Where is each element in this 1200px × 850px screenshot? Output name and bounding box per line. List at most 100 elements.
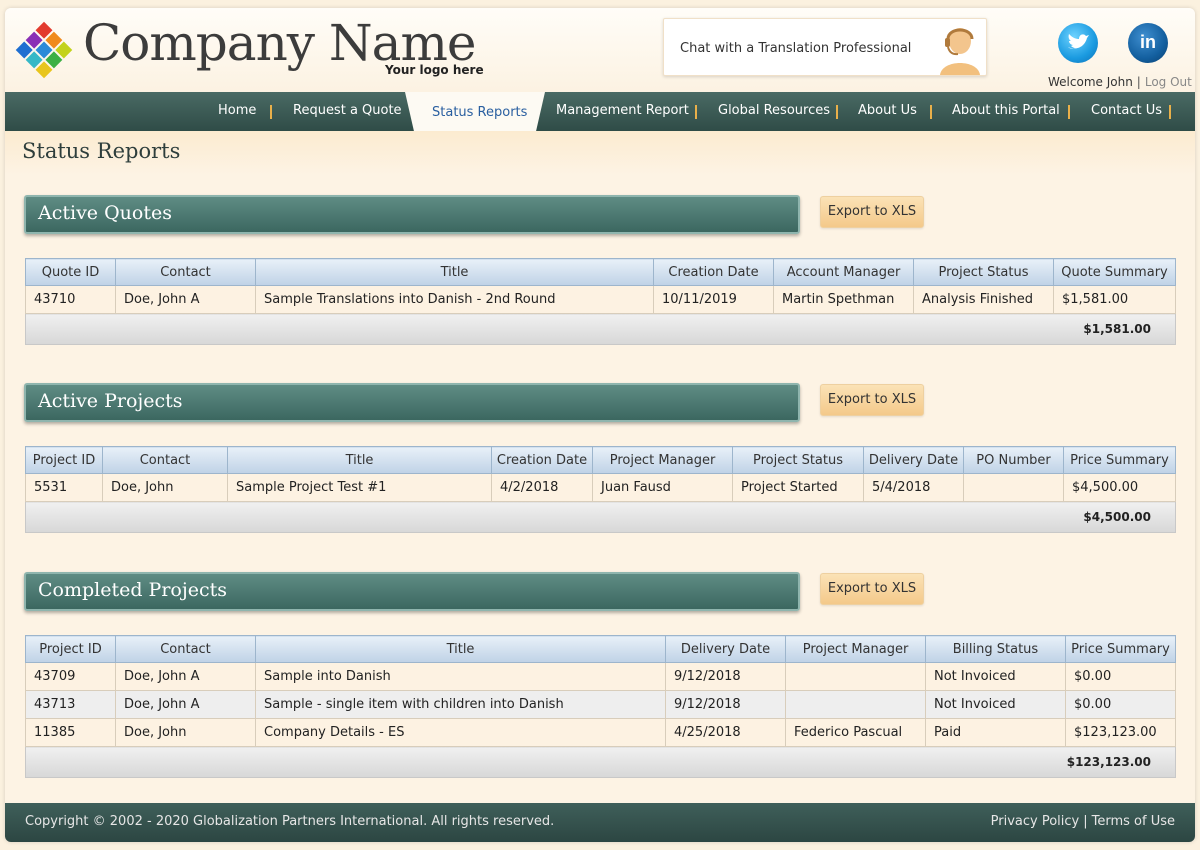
table-total-row: $123,123.00 xyxy=(25,746,1176,778)
linkedin-icon[interactable]: in xyxy=(1128,23,1168,63)
nav-divider xyxy=(695,105,697,119)
price-summary-cell: $0.00 xyxy=(1065,690,1176,719)
project-id-cell[interactable]: 5531 xyxy=(25,473,103,502)
footer-separator: | xyxy=(1083,814,1088,829)
title-cell: Sample - single item with children into … xyxy=(255,690,666,719)
nav-divider xyxy=(836,105,838,119)
active-quotes-title: Active Quotes xyxy=(38,202,172,224)
column-header[interactable]: Delivery Date xyxy=(665,635,786,663)
column-header[interactable]: Contact xyxy=(115,258,256,286)
table-header-row: Project ID Contact Title Delivery Date P… xyxy=(25,635,1176,663)
creation-date-cell: 4/2/2018 xyxy=(491,473,593,502)
table-row[interactable]: 43710 Doe, John A Sample Translations in… xyxy=(25,285,1176,314)
column-header[interactable]: Project ID xyxy=(25,635,116,663)
column-header[interactable]: Delivery Date xyxy=(863,446,964,474)
projects-total: $4,500.00 xyxy=(25,501,1176,533)
project-id-cell[interactable]: 43713 xyxy=(25,690,116,719)
contact-cell: Doe, John xyxy=(115,718,256,747)
column-header[interactable]: Project Status xyxy=(913,258,1054,286)
agent-headset-icon xyxy=(940,28,980,75)
logout-link[interactable]: Log Out xyxy=(1145,75,1192,89)
column-header[interactable]: Creation Date xyxy=(491,446,593,474)
active-quotes-header: Active Quotes xyxy=(24,195,800,234)
table-row[interactable]: 11385 Doe, John Company Details - ES 4/2… xyxy=(25,718,1176,747)
column-header[interactable]: Account Manager xyxy=(773,258,914,286)
table-total-row: $4,500.00 xyxy=(25,501,1176,533)
column-header[interactable]: Contact xyxy=(115,635,256,663)
column-header[interactable]: PO Number xyxy=(963,446,1064,474)
nav-item-home[interactable]: Home xyxy=(218,103,256,118)
column-header[interactable]: Title xyxy=(255,258,654,286)
quotes-total: $1,581.00 xyxy=(25,313,1176,345)
column-header[interactable]: Project Status xyxy=(732,446,864,474)
nav-item-status-reports[interactable]: Status Reports xyxy=(432,105,527,120)
column-header[interactable]: Billing Status xyxy=(925,635,1066,663)
price-summary-cell: $0.00 xyxy=(1065,662,1176,691)
column-header[interactable]: Price Summary xyxy=(1063,446,1176,474)
contact-cell: Doe, John A xyxy=(115,285,256,314)
export-projects-button[interactable]: Export to XLS xyxy=(820,384,924,416)
table-header-row: Quote ID Contact Title Creation Date Acc… xyxy=(25,258,1176,286)
table-row[interactable]: 43713 Doe, John A Sample - single item w… xyxy=(25,690,1176,719)
user-welcome: Welcome John | Log Out xyxy=(1048,75,1192,89)
nav-item-contact-us[interactable]: Contact Us xyxy=(1091,103,1162,118)
completed-total: $123,123.00 xyxy=(25,746,1176,778)
nav-item-about-us[interactable]: About Us xyxy=(858,103,917,118)
main-nav: Home Request a Quote Management Report G… xyxy=(5,92,1195,131)
column-header[interactable]: Project ID xyxy=(25,446,103,474)
billing-status-cell: Not Invoiced xyxy=(925,690,1066,719)
delivery-date-cell: 9/12/2018 xyxy=(665,662,786,691)
nav-divider xyxy=(1169,105,1171,119)
title-cell: Sample Translations into Danish - 2nd Ro… xyxy=(255,285,654,314)
title-cell: Sample Project Test #1 xyxy=(227,473,492,502)
column-header[interactable]: Quote Summary xyxy=(1053,258,1176,286)
completed-projects-table: Project ID Contact Title Delivery Date P… xyxy=(25,635,1176,778)
logo-diamonds-icon xyxy=(15,21,73,79)
price-summary-cell: $123,123.00 xyxy=(1065,718,1176,747)
project-status-cell: Analysis Finished xyxy=(913,285,1054,314)
project-manager-cell xyxy=(785,690,926,719)
table-row[interactable]: 5531 Doe, John Sample Project Test #1 4/… xyxy=(25,473,1176,502)
footer-links: Privacy Policy | Terms of Use xyxy=(991,814,1175,829)
footer: Copyright © 2002 - 2020 Globalization Pa… xyxy=(5,803,1195,842)
terms-of-use-link[interactable]: Terms of Use xyxy=(1092,814,1175,829)
nav-divider xyxy=(270,105,272,119)
title-bar xyxy=(5,131,1195,175)
chat-banner[interactable]: Chat with a Translation Professional xyxy=(663,18,987,76)
column-header[interactable]: Creation Date xyxy=(653,258,774,286)
project-manager-cell xyxy=(785,662,926,691)
nav-item-management-report[interactable]: Management Report xyxy=(556,103,689,118)
nav-item-request-quote[interactable]: Request a Quote xyxy=(293,103,402,118)
table-row[interactable]: 43709 Doe, John A Sample into Danish 9/1… xyxy=(25,662,1176,691)
column-header[interactable]: Contact xyxy=(102,446,228,474)
price-summary-cell: $4,500.00 xyxy=(1063,473,1176,502)
column-header[interactable]: Quote ID xyxy=(25,258,116,286)
export-quotes-button[interactable]: Export to XLS xyxy=(820,196,924,228)
project-manager-cell: Juan Fausd xyxy=(592,473,733,502)
quote-id-cell[interactable]: 43710 xyxy=(25,285,116,314)
title-cell: Company Details - ES xyxy=(255,718,666,747)
privacy-policy-link[interactable]: Privacy Policy xyxy=(991,814,1080,829)
column-header[interactable]: Title xyxy=(255,635,666,663)
column-header[interactable]: Title xyxy=(227,446,492,474)
twitter-icon[interactable] xyxy=(1058,23,1098,63)
logo-tagline: Your logo here xyxy=(385,63,484,77)
delivery-date-cell: 5/4/2018 xyxy=(863,473,964,502)
column-header[interactable]: Price Summary xyxy=(1065,635,1176,663)
chat-label: Chat with a Translation Professional xyxy=(680,41,912,56)
project-id-cell[interactable]: 43709 xyxy=(25,662,116,691)
active-quotes-table: Quote ID Contact Title Creation Date Acc… xyxy=(25,258,1176,345)
column-header[interactable]: Project Manager xyxy=(785,635,926,663)
active-projects-table: Project ID Contact Title Creation Date P… xyxy=(25,446,1176,533)
table-header-row: Project ID Contact Title Creation Date P… xyxy=(25,446,1176,474)
nav-item-global-resources[interactable]: Global Resources xyxy=(718,103,830,118)
welcome-text: Welcome John xyxy=(1048,75,1133,89)
export-completed-button[interactable]: Export to XLS xyxy=(820,573,924,605)
nav-item-about-portal[interactable]: About this Portal xyxy=(952,103,1060,118)
title-cell: Sample into Danish xyxy=(255,662,666,691)
quote-summary-cell: $1,581.00 xyxy=(1053,285,1176,314)
nav-divider xyxy=(930,105,932,119)
account-manager-cell: Martin Spethman xyxy=(773,285,914,314)
column-header[interactable]: Project Manager xyxy=(592,446,733,474)
project-id-cell[interactable]: 11385 xyxy=(25,718,116,747)
